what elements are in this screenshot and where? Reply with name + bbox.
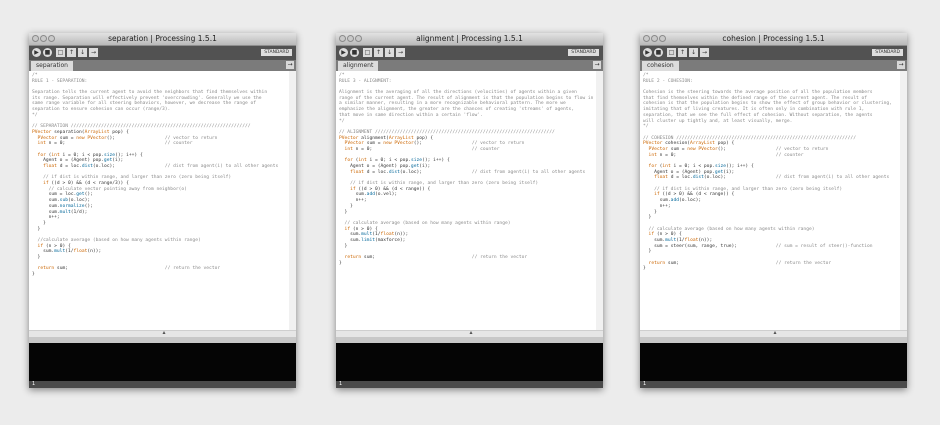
run-icon[interactable]: ▶ [339,48,348,57]
new-icon[interactable]: □ [363,48,372,57]
sketch-tab[interactable]: cohesion [642,61,679,71]
toolbar: ▶ ■ □ ↑ ↓ → STANDARD [29,46,296,60]
mode-button[interactable]: STANDARD [568,49,599,56]
code-editor[interactable]: /* RULE 3 - ALIGNMENT: Alignment is the av… [336,71,603,330]
code-line: // ALIGNMENT ///////////////////////////… [339,129,555,135]
tab-bar: alignment → [336,60,603,71]
sketch-tab[interactable]: separation [31,61,73,71]
line-number-bar: 1 [336,381,603,388]
line-number-bar: 1 [29,381,296,388]
sketch-tab[interactable]: alignment [338,61,379,71]
title-bar: cohesion | Processing 1.5.1 [640,33,907,46]
tab-menu-arrow-icon[interactable]: → [286,61,294,69]
line-number: 1 [643,381,647,387]
console [336,343,603,381]
collapse-arrow-icon[interactable]: ▴ [470,329,473,336]
divider-handle[interactable]: ▴ [640,329,907,337]
open-icon[interactable]: ↑ [374,48,383,57]
code-line: float d = loc.dist(o.loc); // dist from … [350,169,586,175]
line-number-bar: 1 [640,381,907,388]
title-bar: alignment | Processing 1.5.1 [336,33,603,46]
export-icon[interactable]: → [89,48,98,57]
mode-button[interactable]: STANDARD [872,49,903,56]
window-title: alignment | Processing 1.5.1 [416,34,523,43]
code-line: } [32,272,35,278]
processing-window: alignment | Processing 1.5.1 ▶ ■ □ ↑ ↓ → STANDA… [336,33,603,388]
tab-menu-arrow-icon[interactable]: → [593,61,601,69]
mode-button[interactable]: STANDARD [261,49,292,56]
window-title: cohesion | Processing 1.5.1 [722,34,825,43]
console [640,343,907,381]
code-editor[interactable]: /* RULE 1 - SEPARATION: Separation tells t… [29,71,296,330]
console [29,343,296,381]
code-line: sum = steer(sum, range, true); // sum = … [643,243,873,249]
open-icon[interactable]: ↑ [678,48,687,57]
divider-handle[interactable]: ▴ [29,329,296,337]
line-number: 1 [339,381,343,387]
code-editor[interactable]: /* RULE 2 - COHESION: Cohesion is the stee… [640,71,907,330]
new-icon[interactable]: □ [667,48,676,57]
code-line: float d = loc.dist(o.loc); // dist from … [654,175,890,181]
run-icon[interactable]: ▶ [32,48,41,57]
stop-icon[interactable]: ■ [43,48,52,57]
window-title: separation | Processing 1.5.1 [108,34,217,43]
stop-icon[interactable]: ■ [350,48,359,57]
tab-bar: separation → [29,60,296,71]
divider-handle[interactable]: ▴ [336,329,603,337]
code-line: float d = loc.dist(o.loc); // dist from … [43,164,279,169]
processing-window: separation | Processing 1.5.1 ▶ ■ □ ↑ ↓ → STAND… [29,33,296,388]
open-icon[interactable]: ↑ [67,48,76,57]
new-icon[interactable]: □ [56,48,65,57]
toolbar: ▶ ■ □ ↑ ↓ → STANDARD [336,46,603,60]
code-line: } [339,260,342,266]
code-line: } [643,266,646,272]
collapse-arrow-icon[interactable]: ▴ [774,329,777,336]
title-bar: separation | Processing 1.5.1 [29,33,296,46]
processing-window: cohesion | Processing 1.5.1 ▶ ■ □ ↑ ↓ → STANDAR… [640,33,907,388]
tab-bar: cohesion → [640,60,907,71]
export-icon[interactable]: → [396,48,405,57]
save-icon[interactable]: ↓ [689,48,698,57]
tab-menu-arrow-icon[interactable]: → [897,61,905,69]
run-icon[interactable]: ▶ [643,48,652,57]
line-number: 1 [32,381,36,387]
save-icon[interactable]: ↓ [78,48,87,57]
stop-icon[interactable]: ■ [654,48,663,57]
toolbar: ▶ ■ □ ↑ ↓ → STANDARD [640,46,907,60]
collapse-arrow-icon[interactable]: ▴ [163,329,166,336]
export-icon[interactable]: → [700,48,709,57]
save-icon[interactable]: ↓ [385,48,394,57]
